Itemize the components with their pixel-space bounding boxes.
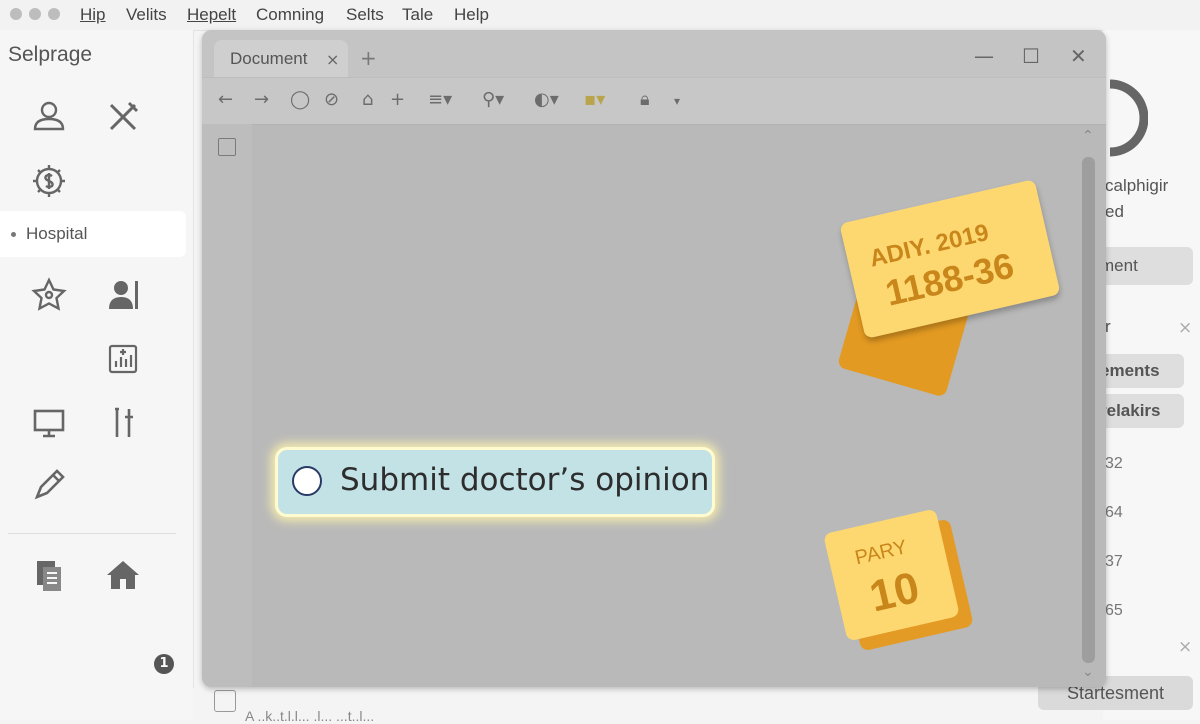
menu-item-selts[interactable]: Selts: [346, 5, 384, 25]
list-item: 32: [1105, 455, 1123, 472]
minimize-icon[interactable]: —: [974, 44, 994, 68]
button-label: ements: [1100, 361, 1160, 380]
menu-item-help[interactable]: Help: [454, 5, 489, 25]
color-icon[interactable]: ◐▾: [534, 89, 559, 110]
sidebar-item-label: Hospital: [26, 224, 88, 243]
list-item: 37: [1105, 553, 1123, 570]
tools-icon[interactable]: [100, 94, 146, 140]
right-panel-button[interactable]: ment: [1100, 247, 1193, 285]
toolbar: ← → ◯ ⊘ ⌂ + ≡▾ ⚲▾ ◐▾ ▪▾ 🔒︎ ▾: [202, 77, 1106, 125]
menu-item-hepelt[interactable]: Hepelt: [187, 5, 236, 25]
document-gutter: [202, 124, 252, 687]
tab-label: Document: [230, 49, 308, 68]
forward-arrow-icon[interactable]: →: [254, 89, 269, 110]
monitor-icon[interactable]: [26, 400, 72, 446]
menu-item-tale[interactable]: Tale: [402, 5, 433, 25]
minimize-window-dot[interactable]: [29, 8, 41, 20]
submit-radio[interactable]: [292, 466, 322, 496]
zoom-icon[interactable]: ⚲▾: [482, 89, 504, 110]
note-day-number: 10: [865, 562, 924, 622]
menu-item-velits[interactable]: Velits: [126, 5, 167, 25]
wrench-tools-icon[interactable]: [100, 400, 146, 446]
bullet-icon: [11, 232, 16, 237]
add-icon[interactable]: +: [390, 89, 405, 110]
user-icon[interactable]: [26, 94, 72, 140]
button-label: relakirs: [1100, 401, 1161, 420]
highlight-icon[interactable]: ▪▾: [584, 89, 605, 110]
notification-badge[interactable]: 1: [154, 654, 174, 674]
back-arrow-icon[interactable]: ←: [218, 89, 233, 110]
home-icon[interactable]: [100, 552, 146, 598]
star-icon[interactable]: [26, 272, 72, 318]
list-item: 65: [1105, 602, 1123, 619]
tab-close-icon[interactable]: ×: [326, 50, 339, 69]
documents-icon[interactable]: [26, 552, 72, 598]
right-panel-text: calphigir: [1105, 176, 1169, 195]
link-icon[interactable]: ⊘: [324, 89, 339, 110]
scroll-down-icon[interactable]: ⌄: [1082, 664, 1094, 680]
menu-item-comning[interactable]: Comning: [256, 5, 324, 25]
right-panel-subtext: ed: [1105, 202, 1124, 221]
new-tab-button[interactable]: +: [360, 46, 377, 70]
document-window: Document × + — ☐ ✕ ← → ◯ ⊘ ⌂ + ≡▾ ⚲▾ ◐▾ …: [202, 30, 1106, 687]
menu-item-hip[interactable]: Hip: [80, 5, 106, 25]
doctor-icon[interactable]: [100, 272, 146, 318]
lock-icon[interactable]: 🔒︎: [640, 89, 650, 110]
list-item: 64: [1105, 504, 1123, 521]
pencil-icon[interactable]: [26, 462, 72, 508]
menu-bar: Hip Velits Hepelt Comning Selts Tale Hel…: [0, 0, 1200, 31]
sidebar-title: Selprage: [8, 43, 93, 66]
gear-dollar-icon[interactable]: [26, 158, 72, 204]
close-icon[interactable]: ×: [1178, 318, 1192, 338]
align-icon[interactable]: ≡▾: [428, 89, 452, 110]
submit-opinion-label: Submit doctor’s opinion: [340, 462, 710, 498]
maximize-icon[interactable]: ☐: [1022, 44, 1040, 68]
right-panel-button-relakirs[interactable]: relakirs: [1100, 394, 1184, 428]
sidebar-divider: [8, 533, 176, 534]
more-dropdown-icon[interactable]: ▾: [674, 94, 680, 108]
checklist-icon[interactable]: [218, 138, 236, 156]
scroll-up-icon[interactable]: ⌃: [1082, 128, 1094, 144]
edit-icon[interactable]: [214, 690, 236, 712]
bottom-text: A ..k..t.l.l... .l... ...t..l...: [245, 708, 375, 724]
hospital-building-icon[interactable]: [100, 336, 146, 382]
scrollbar[interactable]: [1082, 157, 1095, 663]
right-panel-button-elements[interactable]: ements: [1100, 354, 1184, 388]
profile-circle-icon: [1100, 78, 1149, 162]
zoom-window-dot[interactable]: [48, 8, 60, 20]
shape-icon[interactable]: ⌂: [362, 89, 373, 110]
close-window-dot[interactable]: [10, 8, 22, 20]
comment-icon[interactable]: ◯: [290, 89, 310, 110]
close-icon[interactable]: ×: [1178, 637, 1192, 657]
close-window-icon[interactable]: ✕: [1070, 44, 1087, 68]
